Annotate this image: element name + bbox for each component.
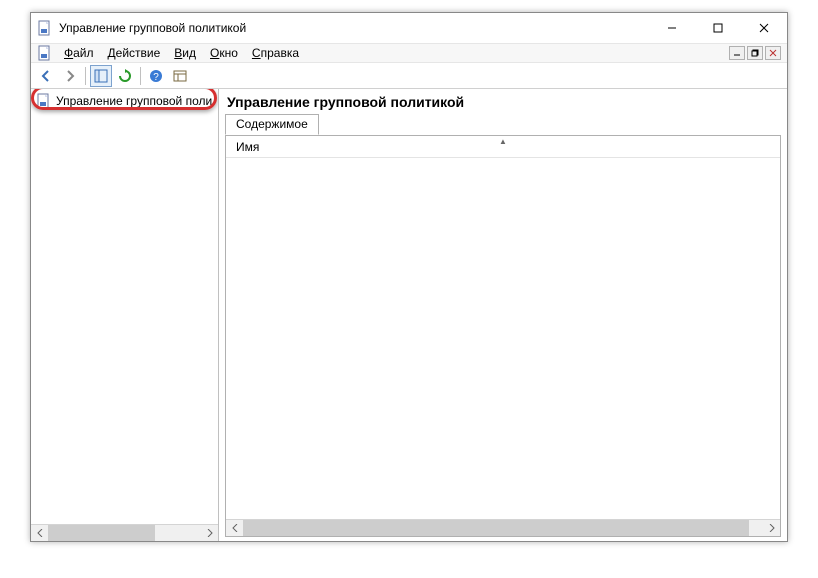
maximize-button[interactable] (695, 13, 741, 43)
menu-file[interactable]: Файл (57, 46, 101, 60)
tab-contents[interactable]: Содержимое (225, 114, 319, 135)
refresh-button[interactable] (114, 65, 136, 87)
app-window: Управление групповой политикой Файл Дейс… (30, 12, 788, 542)
scroll-track[interactable] (48, 525, 201, 541)
mdi-controls (729, 46, 781, 60)
tabstrip: Содержимое (225, 114, 781, 136)
svg-text:?: ? (153, 72, 159, 83)
client-area: Управление групповой поли Управление гру… (31, 89, 787, 541)
scroll-right-button[interactable] (201, 525, 218, 541)
tree-body[interactable]: Управление групповой поли (31, 89, 218, 524)
window-title: Управление групповой политикой (59, 21, 649, 35)
scroll-thumb[interactable] (243, 520, 749, 536)
tree-root-item[interactable]: Управление групповой поли (33, 91, 216, 111)
nav-back-button[interactable] (35, 65, 57, 87)
nav-forward-button[interactable] (59, 65, 81, 87)
scroll-left-button[interactable] (226, 520, 243, 536)
tree-h-scrollbar[interactable] (31, 524, 218, 541)
content-h-scrollbar[interactable] (226, 519, 780, 536)
toolbar-separator (85, 67, 86, 85)
menu-action[interactable]: Действие (101, 46, 168, 60)
scroll-track[interactable] (243, 520, 763, 536)
titlebar: Управление групповой политикой (31, 13, 787, 43)
toolbar: ? (31, 63, 787, 89)
mdi-minimize-button[interactable] (729, 46, 745, 60)
menubar: Файл Действие Вид Окно Справка (31, 43, 787, 63)
window-list-button[interactable] (169, 65, 191, 87)
app-icon (37, 20, 53, 36)
scroll-thumb[interactable] (48, 525, 155, 541)
tree-pane: Управление групповой поли (31, 89, 219, 541)
content-box: Имя ▲ (225, 135, 781, 537)
menu-view[interactable]: Вид (167, 46, 203, 60)
close-button[interactable] (741, 13, 787, 43)
menu-window[interactable]: Окно (203, 46, 245, 60)
window-controls (649, 13, 787, 43)
minimize-button[interactable] (649, 13, 695, 43)
help-button[interactable]: ? (145, 65, 167, 87)
mdi-close-button[interactable] (765, 46, 781, 60)
scroll-right-button[interactable] (763, 520, 780, 536)
mdi-icon (37, 45, 53, 61)
mdi-restore-button[interactable] (747, 46, 763, 60)
list-area[interactable] (226, 158, 780, 519)
column-header[interactable]: Имя ▲ (226, 136, 780, 158)
content-pane: Управление групповой политикой Содержимо… (219, 89, 787, 541)
scroll-left-button[interactable] (31, 525, 48, 541)
tree-root-label: Управление групповой поли (56, 94, 212, 108)
sort-ascending-icon: ▲ (499, 137, 507, 146)
gpmc-root-icon (36, 93, 52, 109)
content-title: Управление групповой политикой (225, 91, 781, 114)
menu-help[interactable]: Справка (245, 46, 306, 60)
show-hide-tree-button[interactable] (90, 65, 112, 87)
toolbar-separator (140, 67, 141, 85)
column-name-label: Имя (226, 140, 259, 154)
